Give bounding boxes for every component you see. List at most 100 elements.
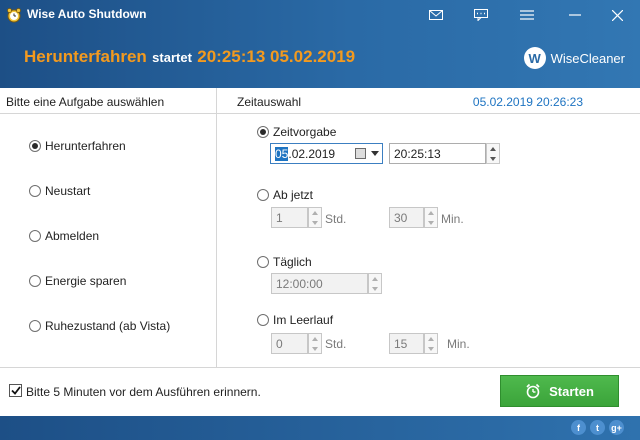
radio-icon <box>29 185 41 197</box>
date-picker[interactable]: 05.02.2019 <box>270 143 383 164</box>
idle-minutes-input[interactable]: 15 <box>389 333 424 354</box>
start-button[interactable]: Starten <box>500 375 619 407</box>
spin-up-icon[interactable] <box>369 274 381 283</box>
chat-icon <box>474 9 488 21</box>
spin-down-icon[interactable] <box>309 218 321 227</box>
time-mode-daily[interactable]: Täglich <box>257 255 312 269</box>
task-option-label: Herunterfahren <box>45 139 126 153</box>
daily-time-spinner[interactable] <box>368 273 382 294</box>
from-now-minutes-input[interactable]: 30 <box>389 207 424 228</box>
time-heading: Zeitauswahl <box>237 95 302 109</box>
title-bar: Wise Auto Shutdown Herunterfahren starte… <box>0 0 640 88</box>
wisecleaner-logo-icon: W <box>523 47 546 69</box>
minutes-unit: Min. <box>441 212 464 226</box>
spin-up-icon[interactable] <box>425 334 437 343</box>
feedback-button[interactable] <box>423 4 449 26</box>
time-mode-label: Zeitvorgabe <box>273 125 337 139</box>
start-button-label: Starten <box>549 383 594 399</box>
spin-down-icon[interactable] <box>369 284 381 293</box>
hours-unit: Std. <box>325 337 347 351</box>
idle-minutes-spinner[interactable] <box>424 333 438 354</box>
minimize-button[interactable] <box>562 4 588 26</box>
time-mode-label: Ab jetzt <box>273 188 314 202</box>
spin-up-icon[interactable] <box>309 208 321 217</box>
menu-button[interactable] <box>514 4 540 26</box>
spin-up-icon[interactable] <box>309 334 321 343</box>
scheduled-datetime: 20:25:13 05.02.2019 <box>197 47 356 66</box>
daily-time-input[interactable]: 12:00:00 <box>271 273 368 294</box>
time-mode-idle[interactable]: Im Leerlauf <box>257 313 333 327</box>
alarm-clock-icon <box>526 383 540 399</box>
column-divider <box>216 88 217 367</box>
google-plus-icon[interactable]: g+ <box>609 420 624 435</box>
minutes-unit: Min. <box>447 337 470 351</box>
minimize-icon <box>569 14 581 16</box>
radio-icon <box>29 230 41 242</box>
from-now-hours-input[interactable]: 1 <box>271 207 308 228</box>
task-option-label: Ruhezustand (ab Vista) <box>45 319 171 333</box>
facebook-icon[interactable]: f <box>571 420 586 435</box>
idle-hours-value: 0 <box>276 337 283 351</box>
from-now-hours-spinner[interactable] <box>308 207 322 228</box>
date-rest: .02.2019 <box>288 147 336 161</box>
time-mode-label: Täglich <box>273 255 312 269</box>
spin-down-icon[interactable] <box>425 344 437 353</box>
idle-hours-input[interactable]: 0 <box>271 333 308 354</box>
radio-icon <box>257 314 269 326</box>
radio-checked-icon <box>29 140 41 152</box>
current-datetime: 05.02.2019 20:26:23 <box>472 95 583 109</box>
skin-button[interactable] <box>468 4 494 26</box>
hamburger-menu-icon <box>520 10 534 20</box>
scheduled-action: Herunterfahren <box>24 47 147 66</box>
preset-time-input[interactable]: 20:25:13 <box>389 143 486 164</box>
brand-name: WiseCleaner <box>550 50 625 66</box>
task-heading: Bitte eine Aufgabe auswählen <box>6 95 165 109</box>
spin-down-icon[interactable] <box>425 218 437 227</box>
task-option-shutdown[interactable]: Herunterfahren <box>29 139 126 153</box>
mail-icon <box>429 10 443 20</box>
radio-icon <box>257 256 269 268</box>
date-selected-part: 05 <box>275 147 289 161</box>
task-option-label: Neustart <box>45 184 91 198</box>
section-header-row: Bitte eine Aufgabe auswählen Zeitauswahl… <box>0 88 640 114</box>
reminder-checkbox[interactable] <box>9 384 22 397</box>
time-mode-from-now[interactable]: Ab jetzt <box>257 188 313 202</box>
spin-up-icon[interactable] <box>487 144 499 153</box>
wisecleaner-brand[interactable]: W WiseCleaner <box>523 47 625 69</box>
task-option-restart[interactable]: Neustart <box>29 184 90 198</box>
radio-checked-icon <box>257 126 269 138</box>
from-now-hours-value: 1 <box>276 211 283 225</box>
radio-icon <box>29 320 41 332</box>
from-now-minutes-spinner[interactable] <box>424 207 438 228</box>
alarm-clock-icon <box>7 8 21 23</box>
task-option-label: Abmelden <box>45 229 100 243</box>
calendar-icon[interactable] <box>355 148 366 159</box>
task-option-hibernate[interactable]: Ruhezustand (ab Vista) <box>29 319 170 333</box>
idle-hours-spinner[interactable] <box>308 333 322 354</box>
radio-icon <box>29 275 41 287</box>
close-button[interactable] <box>604 4 630 26</box>
task-option-sleep[interactable]: Energie sparen <box>29 274 126 288</box>
close-icon <box>611 9 623 21</box>
hours-unit: Std. <box>325 212 347 226</box>
from-now-minutes-value: 30 <box>394 211 408 225</box>
time-mode-label: Im Leerlauf <box>273 313 334 327</box>
scheduled-verb: startet <box>152 50 192 65</box>
task-option-logoff[interactable]: Abmelden <box>29 229 99 243</box>
schedule-status: Herunterfahren startet 20:25:13 05.02.20… <box>24 47 355 67</box>
spin-down-icon[interactable] <box>309 344 321 353</box>
preset-time-spinner[interactable] <box>486 143 500 164</box>
checkmark-icon <box>10 386 21 395</box>
twitter-icon[interactable]: t <box>590 420 605 435</box>
task-option-label: Energie sparen <box>45 274 127 288</box>
preset-time-value: 20:25:13 <box>394 147 441 161</box>
chevron-down-icon[interactable] <box>371 151 379 156</box>
bottom-bar: f t g+ <box>0 416 640 440</box>
radio-icon <box>257 189 269 201</box>
idle-minutes-value: 15 <box>394 337 408 351</box>
app-title: Wise Auto Shutdown <box>27 7 147 21</box>
reminder-label: Bitte 5 Minuten vor dem Ausführen erinne… <box>26 385 261 399</box>
spin-down-icon[interactable] <box>487 154 499 163</box>
time-mode-preset[interactable]: Zeitvorgabe <box>257 125 336 139</box>
spin-up-icon[interactable] <box>425 208 437 217</box>
